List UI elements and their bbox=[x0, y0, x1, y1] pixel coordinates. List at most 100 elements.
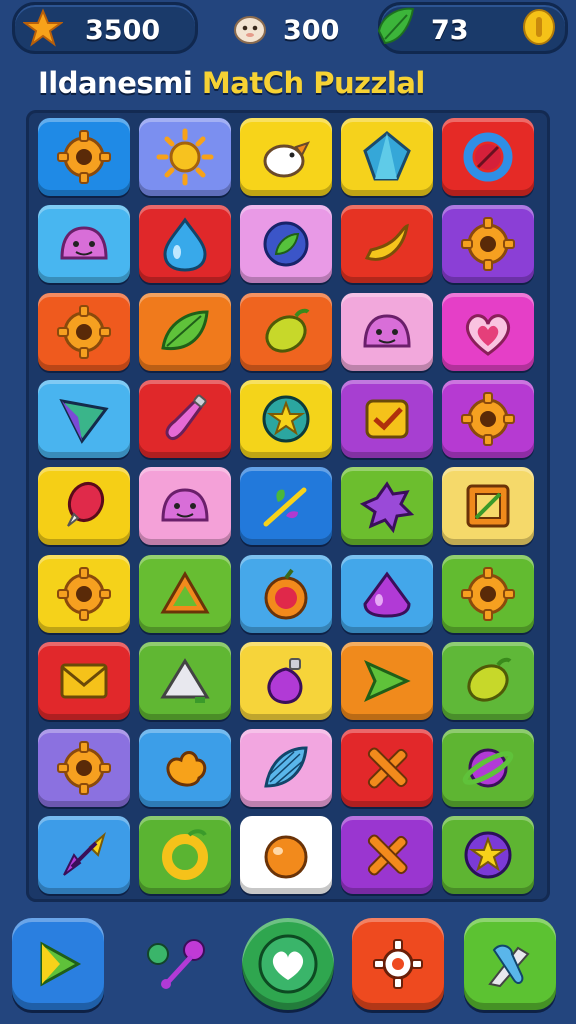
tile-arrow-right[interactable] bbox=[341, 641, 433, 720]
tile-cross[interactable] bbox=[341, 729, 433, 808]
ring-icon bbox=[463, 132, 513, 182]
tile-splat[interactable] bbox=[341, 467, 433, 546]
tile-slime[interactable] bbox=[139, 467, 231, 546]
gem-icon bbox=[363, 570, 411, 618]
sun-icon bbox=[156, 128, 214, 186]
ball-icon bbox=[264, 835, 308, 879]
settings-button[interactable] bbox=[352, 918, 444, 1010]
heart-icon bbox=[258, 934, 318, 994]
coin-icon bbox=[523, 9, 555, 45]
lives-counter[interactable]: 300 bbox=[218, 2, 354, 54]
drop-icon bbox=[163, 217, 207, 272]
ring-c-icon bbox=[162, 829, 208, 881]
arrows-icon bbox=[63, 832, 106, 877]
star-badge-icon bbox=[262, 395, 310, 443]
lemon-icon bbox=[467, 657, 512, 702]
tile-leaf[interactable] bbox=[139, 292, 231, 371]
key-button[interactable] bbox=[130, 918, 222, 1010]
key-icon bbox=[147, 939, 205, 989]
tile-gear[interactable] bbox=[442, 554, 534, 633]
game-board bbox=[26, 110, 550, 902]
tile-bottle[interactable] bbox=[139, 379, 231, 458]
play-icon bbox=[40, 941, 82, 987]
tile-envelope[interactable] bbox=[38, 641, 130, 720]
tile-gear[interactable] bbox=[38, 118, 130, 196]
slime-icon bbox=[161, 488, 209, 522]
stars-counter[interactable]: 3500 bbox=[12, 2, 198, 54]
tools-button[interactable] bbox=[464, 918, 556, 1010]
apple-icon bbox=[264, 568, 308, 619]
planet-icon bbox=[462, 748, 514, 788]
tile-star-badge[interactable] bbox=[240, 379, 332, 458]
tile-bird[interactable] bbox=[240, 118, 332, 196]
tile-star-orb[interactable] bbox=[442, 816, 534, 895]
gear-icon bbox=[461, 391, 515, 446]
tile-shell[interactable] bbox=[240, 729, 332, 808]
envelope-icon bbox=[60, 663, 108, 699]
shell-icon bbox=[264, 746, 308, 788]
tile-lemon[interactable] bbox=[442, 641, 534, 720]
orb-leaf-icon bbox=[263, 221, 309, 267]
tile-gear[interactable] bbox=[38, 554, 130, 633]
gear-icon bbox=[373, 939, 423, 989]
splat-icon bbox=[359, 481, 415, 534]
arrow-right-icon bbox=[364, 659, 411, 702]
tile-ball[interactable] bbox=[240, 816, 332, 895]
tile-check-box[interactable] bbox=[341, 379, 433, 458]
star-icon bbox=[23, 8, 63, 47]
tile-blob[interactable] bbox=[139, 729, 231, 808]
tile-planet[interactable] bbox=[442, 729, 534, 808]
banana-icon bbox=[364, 224, 409, 262]
tile-wand[interactable] bbox=[240, 467, 332, 546]
play-button[interactable] bbox=[12, 918, 104, 1010]
tile-slime[interactable] bbox=[38, 205, 130, 284]
tile-cross[interactable] bbox=[341, 816, 433, 895]
mountain-icon bbox=[160, 657, 210, 703]
tile-gear[interactable] bbox=[442, 205, 534, 284]
bottle-icon bbox=[165, 394, 207, 440]
gear-icon bbox=[57, 304, 111, 359]
tile-crystal[interactable] bbox=[341, 118, 433, 196]
gear-icon bbox=[57, 741, 111, 796]
tile-kite[interactable] bbox=[38, 379, 130, 458]
gems-value: 73 bbox=[431, 15, 469, 46]
tile-ring-c[interactable] bbox=[139, 816, 231, 895]
title-part1: Ildanesmi bbox=[38, 66, 193, 100]
tile-mountain[interactable] bbox=[139, 641, 231, 720]
tile-heart[interactable] bbox=[442, 292, 534, 371]
cross-icon bbox=[367, 747, 408, 789]
kite-icon bbox=[59, 398, 109, 444]
tile-gear[interactable] bbox=[442, 379, 534, 458]
tile-triangle[interactable] bbox=[139, 554, 231, 633]
tile-apple[interactable] bbox=[240, 554, 332, 633]
tile-frame[interactable] bbox=[442, 467, 534, 546]
tile-gear[interactable] bbox=[38, 292, 130, 371]
frame-icon bbox=[466, 484, 510, 528]
gear-icon bbox=[461, 217, 515, 272]
heart-icon bbox=[465, 313, 511, 356]
tile-ring[interactable] bbox=[442, 118, 534, 196]
gear-icon bbox=[57, 566, 111, 621]
tile-orb-leaf[interactable] bbox=[240, 205, 332, 284]
tile-slime[interactable] bbox=[341, 292, 433, 371]
potion-icon bbox=[267, 657, 303, 704]
tile-drop[interactable] bbox=[139, 205, 231, 284]
leaf-icon bbox=[161, 310, 209, 350]
tile-arrows[interactable] bbox=[38, 816, 130, 895]
tile-lemon[interactable] bbox=[240, 292, 332, 371]
tile-balloon[interactable] bbox=[38, 467, 130, 546]
creature-icon bbox=[234, 16, 266, 44]
tile-sun[interactable] bbox=[139, 118, 231, 196]
tile-gem[interactable] bbox=[341, 554, 433, 633]
tile-potion[interactable] bbox=[240, 641, 332, 720]
title-part2: MatCh Puzzlal bbox=[201, 66, 425, 100]
leaf-gem-icon bbox=[377, 7, 415, 45]
gear-icon bbox=[57, 130, 111, 184]
cross-icon bbox=[367, 834, 408, 876]
gems-counter[interactable]: 73 bbox=[377, 2, 568, 54]
star-orb-icon bbox=[464, 831, 512, 879]
tile-banana[interactable] bbox=[341, 205, 433, 284]
wand-icon bbox=[263, 487, 307, 527]
heart-button[interactable] bbox=[242, 918, 334, 1010]
tile-gear[interactable] bbox=[38, 729, 130, 808]
